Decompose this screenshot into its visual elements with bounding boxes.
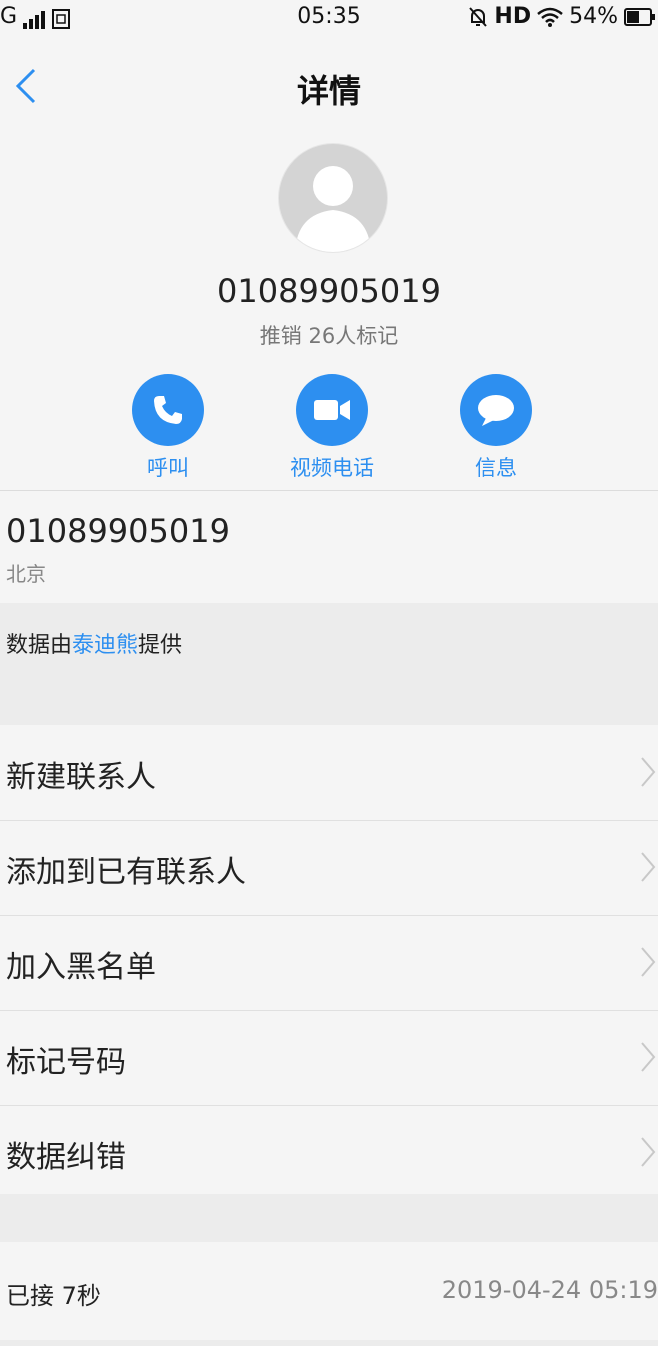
provider-prefix: 数据由 (6, 633, 73, 658)
message-icon (478, 395, 514, 426)
page-title: 详情 (296, 72, 361, 110)
menu-item-label: 添加到已有联系人 (6, 855, 246, 890)
chevron-right-icon (641, 1137, 656, 1167)
nav-bar: 详情 (0, 50, 658, 120)
provider-text: 数据由泰迪熊提供 (6, 627, 182, 659)
call-button[interactable]: 呼叫 (98, 374, 238, 482)
battery-percent: 54% (569, 4, 618, 29)
menu-item-mark-number[interactable]: 标记号码 (0, 1011, 658, 1106)
provider-link[interactable]: 泰迪熊 (72, 633, 138, 658)
video-call-icon (314, 400, 350, 420)
menu-item-label: 新建联系人 (6, 760, 156, 795)
video-call-label: 视频电话 (290, 456, 374, 480)
bottom-band (0, 1340, 658, 1346)
avatar (278, 143, 388, 253)
bell-muted-icon (469, 6, 488, 27)
call-status: 已接 7秒 (6, 1282, 101, 1310)
number-row-number: 01089905019 (6, 512, 230, 550)
action-menu: 新建联系人 添加到已有联系人 加入黑名单 标记号码 数据纠错 (0, 726, 658, 1200)
battery-icon (624, 7, 655, 26)
message-button[interactable]: 信息 (426, 374, 566, 482)
call-date: 2019-04-24 05:19 (441, 1276, 658, 1304)
status-bar: G 05:35 HD 54% (0, 0, 658, 34)
message-label: 信息 (475, 456, 517, 480)
menu-item-label: 数据纠错 (6, 1140, 126, 1175)
action-buttons: 呼叫 视频电话 信息 (0, 374, 658, 484)
chevron-right-icon (641, 852, 656, 882)
chevron-right-icon (641, 757, 656, 787)
menu-item-label: 标记号码 (6, 1045, 126, 1080)
message-circle[interactable] (460, 374, 532, 446)
wifi-icon (537, 7, 563, 27)
chevron-right-icon (641, 947, 656, 977)
video-call-button[interactable]: 视频电话 (262, 374, 402, 482)
person-silhouette-icon (295, 166, 371, 252)
divider (0, 490, 658, 491)
contact-number: 01089905019 (217, 272, 441, 310)
phone-icon (154, 396, 182, 424)
section-gap (0, 1194, 658, 1242)
menu-item-blacklist[interactable]: 加入黑名单 (0, 916, 658, 1011)
data-provider: 数据由泰迪熊提供 (0, 603, 658, 725)
spam-tag: 推销 26人标记 (259, 324, 399, 348)
menu-item-data-correction[interactable]: 数据纠错 (0, 1106, 658, 1200)
number-row-location: 北京 (6, 562, 46, 586)
call-record-row[interactable]: 已接 7秒 2019-04-24 05:19 (0, 1242, 658, 1340)
chevron-right-icon (641, 1042, 656, 1072)
video-call-circle[interactable] (296, 374, 368, 446)
call-circle[interactable] (132, 374, 204, 446)
status-bar-right: HD 54% (468, 4, 655, 29)
number-row[interactable]: 01089905019 北京 (0, 492, 658, 602)
hd-indicator: HD (494, 4, 532, 29)
menu-item-new-contact[interactable]: 新建联系人 (0, 726, 658, 821)
menu-item-label: 加入黑名单 (6, 950, 156, 985)
menu-item-add-existing[interactable]: 添加到已有联系人 (0, 821, 658, 916)
provider-suffix: 提供 (138, 633, 183, 658)
call-label: 呼叫 (147, 456, 189, 480)
